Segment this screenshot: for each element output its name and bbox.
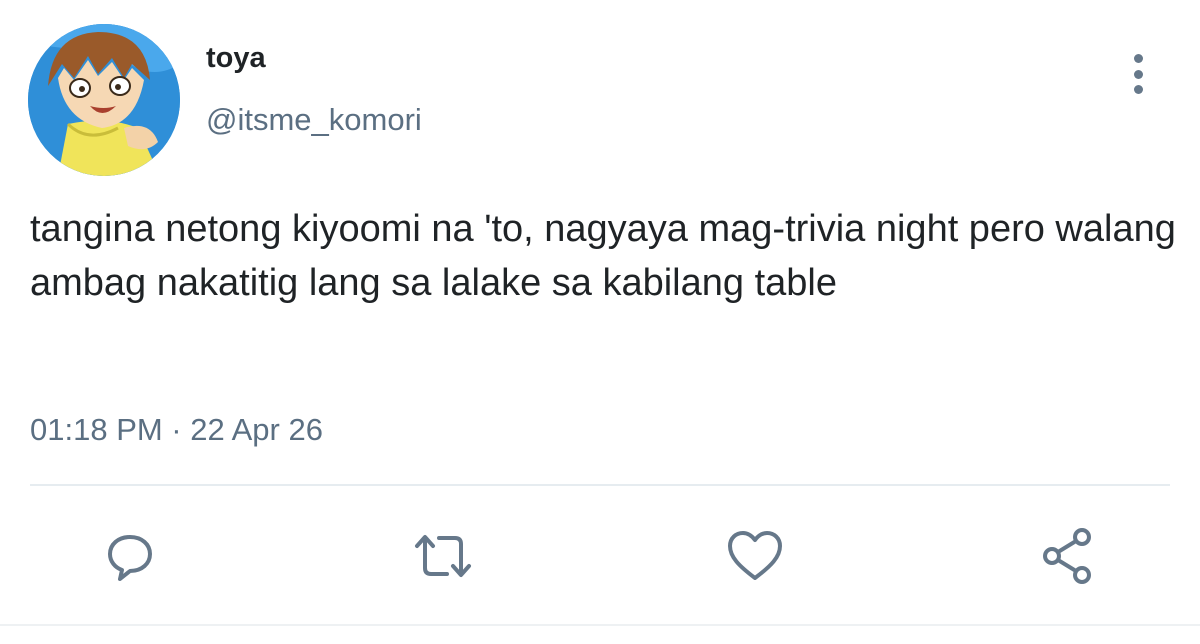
retweet-icon: [415, 535, 471, 577]
share-button[interactable]: [1036, 524, 1100, 588]
bottom-border: [0, 624, 1200, 626]
tweet-timestamp[interactable]: 01:18 PM · 22 Apr 26: [30, 410, 323, 450]
user-handle[interactable]: @itsme_komori: [206, 100, 422, 140]
ellipsis-dot: [1133, 69, 1143, 79]
vertical-ellipsis-icon: [1133, 54, 1143, 63]
ellipsis-dot: [1133, 85, 1143, 94]
retweet-button[interactable]: [411, 524, 475, 588]
share-icon: [1043, 528, 1091, 584]
more-options-button[interactable]: [1118, 50, 1158, 98]
reply-button[interactable]: [98, 524, 162, 588]
divider: [30, 484, 1170, 486]
speech-bubble-icon: [108, 535, 152, 581]
tweet-text: tangina netong kiyoomi na 'to, nagyaya m…: [30, 208, 1187, 304]
avatar-image: [28, 24, 180, 176]
display-name[interactable]: toya: [206, 40, 266, 76]
avatar[interactable]: [28, 24, 180, 176]
like-button[interactable]: [723, 524, 787, 588]
heart-icon: [728, 531, 782, 580]
